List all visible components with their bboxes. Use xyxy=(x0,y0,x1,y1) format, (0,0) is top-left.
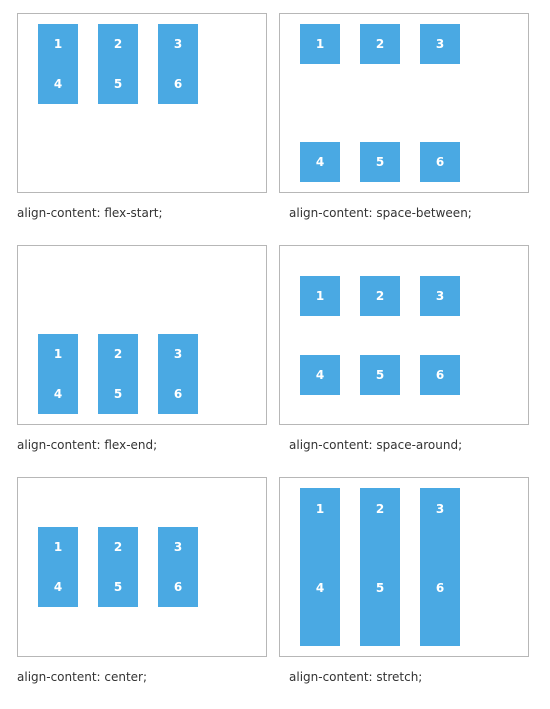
flex-item-5: 5 xyxy=(360,142,400,182)
flex-item-4: 4 xyxy=(38,374,78,414)
flex-item-1: 1 xyxy=(300,275,340,316)
flex-item-4: 4 xyxy=(300,142,340,182)
flex-item-1: 1 xyxy=(300,24,340,64)
flex-container-center: 123 456 xyxy=(17,477,267,657)
flex-item-4: 4 xyxy=(300,354,340,395)
flex-item-5: 5 xyxy=(360,567,400,646)
flex-container-space-between: 123 456 xyxy=(279,13,529,193)
flex-item-3: 3 xyxy=(158,334,198,374)
flex-item-3: 3 xyxy=(158,24,198,64)
flex-item-2: 2 xyxy=(98,334,138,374)
flex-item-5: 5 xyxy=(98,374,138,414)
flex-item-5: 5 xyxy=(98,64,138,104)
flex-item-6: 6 xyxy=(420,567,460,646)
flex-item-4: 4 xyxy=(300,567,340,646)
flex-item-1: 1 xyxy=(38,334,78,374)
flex-item-2: 2 xyxy=(98,24,138,64)
caption-flex-end: align-content: flex-end; xyxy=(17,438,158,452)
flex-item-1: 1 xyxy=(38,24,78,64)
flex-item-2: 2 xyxy=(360,275,400,316)
flex-container-flex-start: 123 456 xyxy=(17,13,267,193)
flex-item-5: 5 xyxy=(98,567,138,607)
caption-space-between: align-content: space-between; xyxy=(289,206,472,220)
flex-item-6: 6 xyxy=(420,354,460,395)
flex-item-2: 2 xyxy=(360,24,400,64)
flex-item-4: 4 xyxy=(38,64,78,104)
flex-item-4: 4 xyxy=(38,567,78,607)
flex-item-3: 3 xyxy=(420,24,460,64)
flex-item-1: 1 xyxy=(300,488,340,567)
flex-item-5: 5 xyxy=(360,354,400,395)
flex-item-6: 6 xyxy=(158,64,198,104)
flex-item-1: 1 xyxy=(38,527,78,567)
caption-center: align-content: center; xyxy=(17,670,148,684)
caption-stretch: align-content: stretch; xyxy=(289,670,423,684)
flex-item-3: 3 xyxy=(420,275,460,316)
flex-item-3: 3 xyxy=(420,488,460,567)
flex-container-flex-end: 123 456 xyxy=(17,245,267,425)
flex-item-2: 2 xyxy=(360,488,400,567)
caption-flex-start: align-content: flex-start; xyxy=(17,206,163,220)
caption-space-around: align-content: space-around; xyxy=(289,438,463,452)
flex-container-space-around: 123 456 xyxy=(279,245,529,425)
flex-item-2: 2 xyxy=(98,527,138,567)
flex-item-6: 6 xyxy=(158,374,198,414)
flex-item-3: 3 xyxy=(158,527,198,567)
flex-item-6: 6 xyxy=(158,567,198,607)
flex-item-6: 6 xyxy=(420,142,460,182)
flex-container-stretch: 123 456 xyxy=(279,477,529,657)
